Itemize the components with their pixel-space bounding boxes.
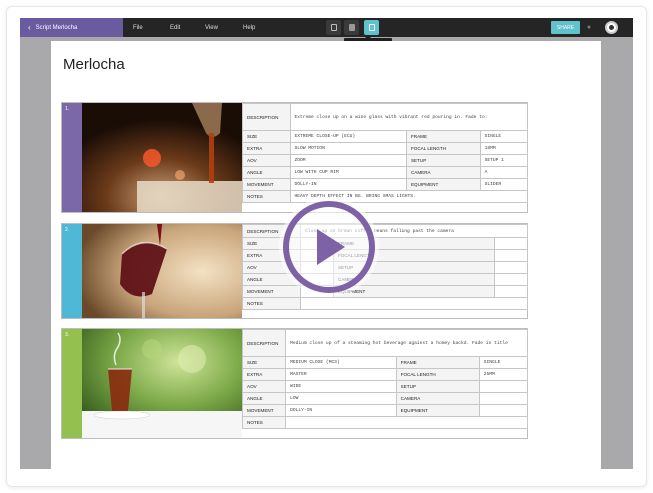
label-setup: SETUP (405, 154, 481, 167)
shot-card-3[interactable]: 3. DESCRIPTION Medium close up of a stea… (61, 328, 529, 439)
back-to-project-button[interactable]: ‹ Script Merlocha (20, 18, 123, 37)
play-video-button[interactable] (279, 197, 379, 297)
app-window: ‹ Script Merlocha File Edit View Help SH… (20, 18, 633, 469)
menu-help[interactable]: Help (243, 18, 255, 37)
label-description: DESCRIPTION (242, 103, 291, 131)
play-icon (317, 229, 345, 265)
label-movement: MOVEMENT (241, 404, 287, 417)
shot-number: 2. (62, 224, 82, 318)
label-aov: AOV (241, 380, 287, 393)
focal-length-field[interactable]: 18MM (479, 142, 529, 155)
wine-pour-photo (82, 103, 242, 212)
equipment-field[interactable]: SLIDER (479, 178, 529, 191)
shot-image-tea-glass[interactable] (82, 329, 242, 438)
label-notes: NOTES (241, 416, 287, 429)
label-size: SIZE (242, 130, 291, 143)
shot-list-view-button[interactable] (364, 20, 379, 35)
angle-field[interactable]: LOW WITH CUP RIM (289, 166, 407, 179)
camera-field[interactable]: A (479, 166, 529, 179)
menu-edit[interactable]: Edit (170, 18, 180, 37)
equipment-field[interactable] (494, 285, 528, 298)
label-aov: AOV (242, 154, 291, 167)
label-focal-length: FOCAL LENGTH (405, 142, 481, 155)
notes-field[interactable] (285, 416, 528, 429)
setup-field[interactable] (478, 380, 529, 393)
camera-field[interactable] (478, 392, 529, 405)
shot-card-1[interactable]: 1. DESCRIPTION Extreme close up on a win… (61, 102, 529, 213)
aov-field[interactable]: ZOOM (289, 154, 407, 167)
label-notes: NOTES (241, 297, 302, 310)
document-icon (330, 24, 337, 31)
page-title: Merlocha (63, 56, 125, 73)
label-frame: FRAME (405, 130, 481, 143)
tea-glass-photo (82, 329, 242, 438)
menu-file[interactable]: File (133, 18, 143, 37)
frame-field[interactable] (494, 237, 528, 250)
size-field[interactable]: MEDIUM CLOSE (MCS) (285, 356, 397, 369)
label-equipment: EQUIPMENT (395, 404, 480, 417)
size-field[interactable]: EXTREME CLOSE-UP (ECU) (289, 130, 407, 143)
description-field[interactable]: Medium close up of a steaming hot bevera… (285, 329, 528, 357)
notes-field[interactable] (300, 297, 528, 310)
label-extra: EXTRA (242, 142, 291, 155)
label-movement: MOVEMENT (242, 178, 291, 191)
label-frame: FRAME (395, 356, 480, 369)
setup-field[interactable]: SETUP 1 (479, 154, 529, 167)
menu-view[interactable]: View (205, 18, 218, 37)
movement-field[interactable]: DOLLY-IN (285, 404, 397, 417)
label-angle: ANGLE (242, 166, 291, 179)
setup-field[interactable] (494, 261, 528, 274)
label-focal-length: FOCAL LENGTH (395, 368, 480, 381)
shot-image-wine-glass[interactable] (82, 224, 242, 318)
storyboard-view-button[interactable] (344, 20, 359, 35)
project-title: Script Merlocha (35, 24, 78, 31)
label-description: DESCRIPTION (241, 329, 287, 357)
list-icon (368, 24, 375, 31)
play-ring (283, 201, 375, 293)
shot-details-table: DESCRIPTION Medium close up of a steamin… (241, 329, 529, 429)
label-size: SIZE (241, 356, 287, 369)
frame-field[interactable]: SINGLE (478, 356, 529, 369)
movement-field[interactable]: DOLLY-IN (289, 178, 407, 191)
frame-field[interactable]: SINGLE (479, 130, 529, 143)
label-camera: CAMERA (405, 166, 481, 179)
wine-glass-photo (82, 224, 242, 318)
grid-icon (348, 24, 355, 31)
label-camera: CAMERA (395, 392, 480, 405)
label-setup: SETUP (395, 380, 480, 393)
label-extra: EXTRA (241, 368, 287, 381)
label-equipment: EQUIPMENT (405, 178, 481, 191)
top-toolbar: ‹ Script Merlocha File Edit View Help SH… (20, 18, 633, 37)
lock-icon[interactable]: ● (584, 22, 594, 33)
angle-field[interactable]: LOW (285, 392, 397, 405)
camera-field[interactable] (494, 273, 528, 286)
shot-details-table: DESCRIPTION Extreme close up on a wine g… (242, 103, 529, 203)
shot-number: 3. (62, 329, 82, 438)
label-movement: MOVEMENT (241, 285, 302, 298)
label-notes: NOTES (242, 190, 291, 203)
label-angle: ANGLE (241, 392, 287, 405)
aov-field[interactable]: WIDE (285, 380, 397, 393)
extra-field[interactable]: MASTER (285, 368, 397, 381)
equipment-field[interactable] (478, 404, 529, 417)
chevron-left-icon: ‹ (28, 22, 31, 32)
description-field[interactable]: Extreme close up on a wine glass with vi… (289, 103, 528, 131)
focal-length-field[interactable]: 25MM (478, 368, 529, 381)
avatar[interactable] (605, 21, 618, 34)
script-view-button[interactable] (326, 20, 341, 35)
extra-field[interactable]: SLOW MOTION (289, 142, 407, 155)
focal-length-field[interactable] (494, 249, 528, 262)
shot-number: 1. (62, 103, 82, 212)
share-button[interactable]: SHARE (551, 21, 580, 34)
shot-image-wine-pour[interactable] (82, 103, 242, 212)
